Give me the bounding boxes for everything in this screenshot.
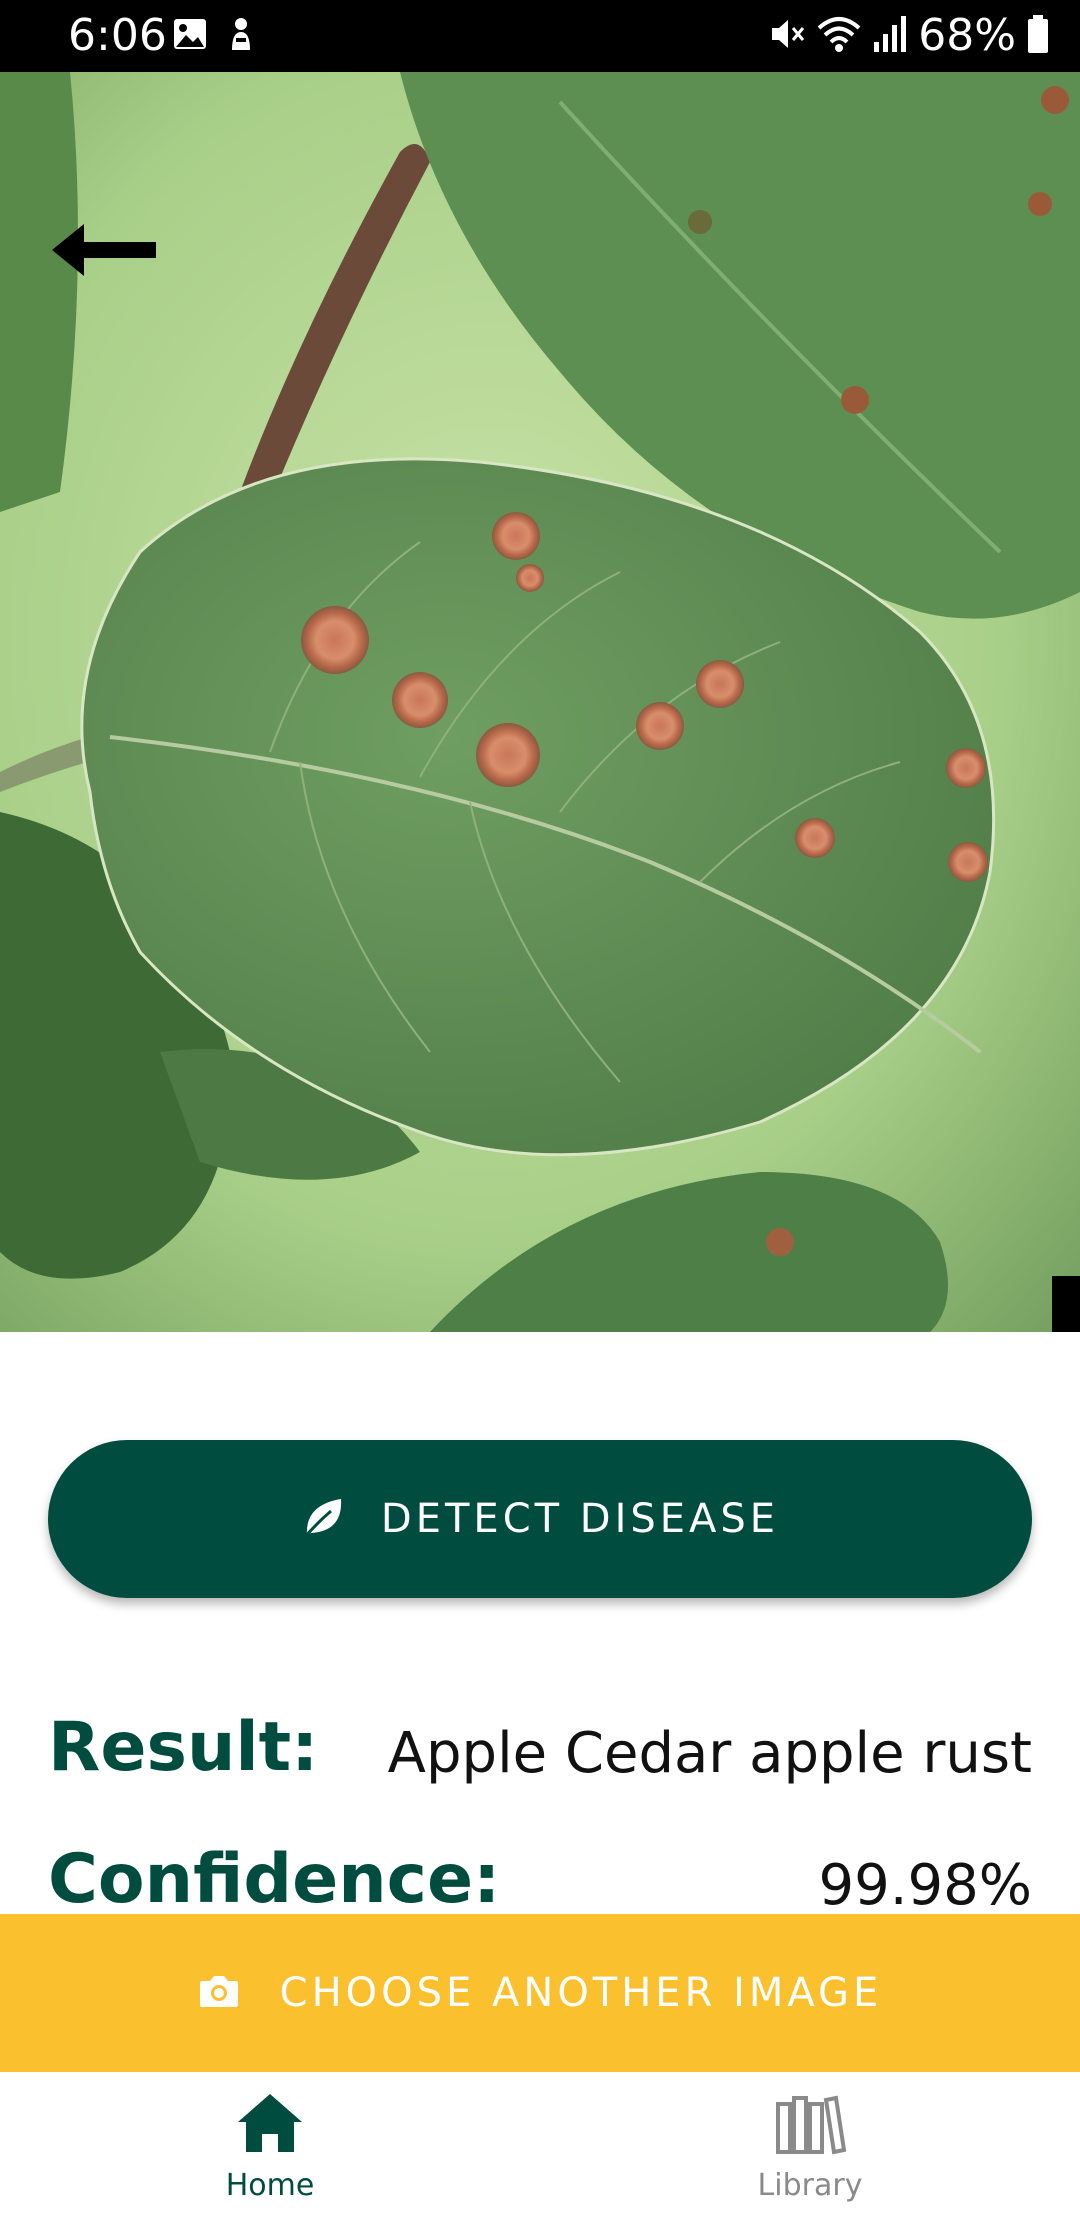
mute-icon [766,14,806,58]
notification-icon [226,16,256,56]
back-arrow-icon [50,220,170,280]
nav-library-label: Library [757,2168,863,2203]
signal-icon [872,14,908,58]
leaf-photo [0,72,1080,1332]
choose-another-image-button[interactable]: CHOOSE ANOTHER IMAGE [0,1914,1080,2072]
back-button[interactable] [50,220,170,290]
wifi-icon [816,14,862,58]
bottom-navigation: Home Library [0,2072,1080,2220]
confidence-label: Confidence: [48,1840,501,1919]
camera-icon [198,1973,240,2013]
library-icon [774,2090,847,2160]
nav-library[interactable]: Library [540,2072,1080,2220]
nav-home[interactable]: Home [0,2072,540,2220]
status-right-icons: 68% [766,12,1050,60]
image-icon [172,17,208,55]
home-icon [234,2090,306,2160]
leaf-icon [301,1495,345,1543]
status-time: 6:06 [68,10,167,61]
detect-disease-label: DETECT DISEASE [380,1496,780,1542]
status-left-icons [172,16,256,56]
choose-another-image-label: CHOOSE ANOTHER IMAGE [279,1970,883,2016]
battery-icon [1026,14,1050,58]
result-label: Result: [48,1708,319,1787]
status-bar: 6:06 68% [0,0,1080,72]
detect-disease-button[interactable]: DETECT DISEASE [48,1440,1032,1598]
result-value: Apple Cedar apple rust [387,1721,1032,1786]
battery-percent: 68% [918,10,1016,61]
nav-home-label: Home [225,2168,315,2203]
